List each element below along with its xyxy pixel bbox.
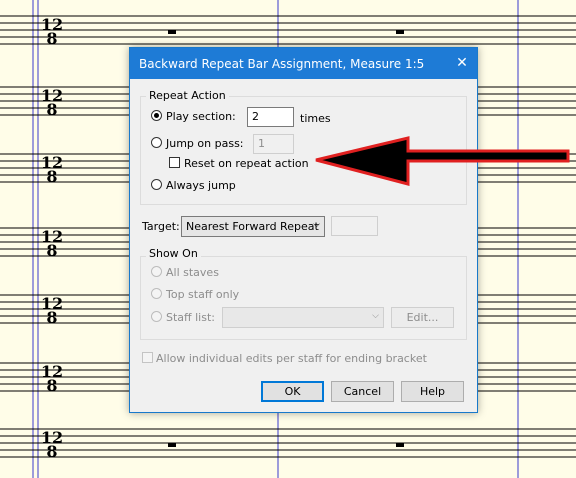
annotation-arrow xyxy=(315,136,570,186)
arrow-icon xyxy=(315,136,570,186)
